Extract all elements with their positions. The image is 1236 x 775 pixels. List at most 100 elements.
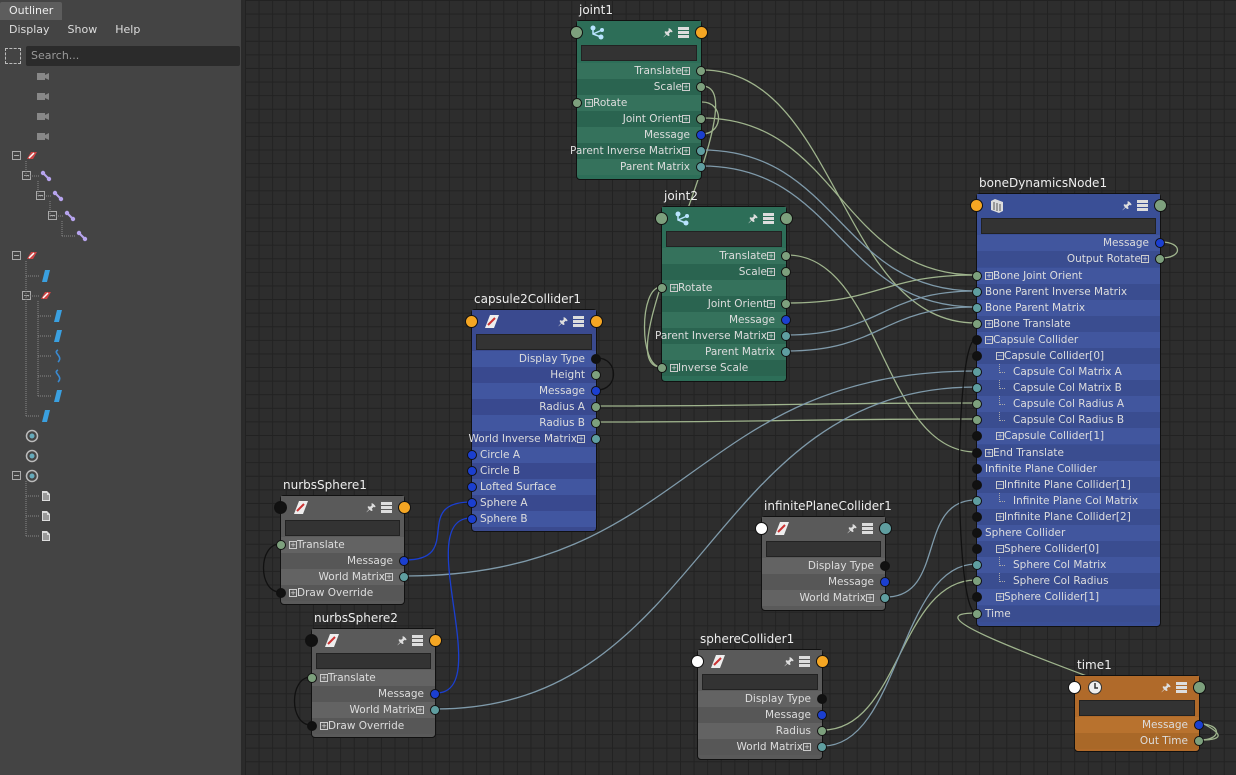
node-output-handle[interactable] xyxy=(879,522,892,535)
pin-icon[interactable]: 🖈 xyxy=(1122,197,1132,216)
outliner-item[interactable] xyxy=(0,86,241,106)
expand-port-icon[interactable]: + xyxy=(985,272,993,280)
outliner-item[interactable] xyxy=(0,446,241,466)
outliner-item[interactable] xyxy=(0,106,241,126)
port-row[interactable]: Message xyxy=(1075,717,1204,733)
expand-port-icon[interactable]: + xyxy=(1141,255,1149,263)
port-row[interactable]: +Inverse Scale xyxy=(657,360,786,376)
port-row[interactable]: Time xyxy=(972,606,1160,622)
expand-port-icon[interactable]: + xyxy=(577,435,585,443)
expand-port-icon[interactable]: + xyxy=(996,593,1004,601)
output-port-dot[interactable] xyxy=(399,572,409,582)
port-row[interactable]: +Bone Translate xyxy=(972,316,1160,332)
port-row[interactable]: Parent Matrix xyxy=(577,159,706,175)
port-row[interactable]: Translate+ xyxy=(662,248,791,264)
search-input[interactable]: Search... xyxy=(26,46,240,66)
expand-port-icon[interactable]: + xyxy=(767,268,775,276)
node-output-handle[interactable] xyxy=(398,501,411,514)
port-row[interactable]: +Capsule Collider[1] xyxy=(972,428,1160,444)
port-row[interactable]: Message xyxy=(698,707,827,723)
port-row[interactable]: +Translate xyxy=(276,537,404,553)
port-row[interactable]: World Matrix+ xyxy=(281,569,409,585)
expand-port-icon[interactable]: + xyxy=(985,320,993,328)
node-output-handle[interactable] xyxy=(695,26,708,39)
input-port-dot[interactable] xyxy=(276,540,286,550)
node-title[interactable]: nurbsSphere1 xyxy=(283,478,367,492)
input-port-dot[interactable] xyxy=(307,721,317,731)
output-port-dot[interactable] xyxy=(781,331,791,341)
expand-port-icon[interactable]: + xyxy=(767,252,775,260)
node-input-handle[interactable] xyxy=(305,634,318,647)
node-title[interactable]: sphereCollider1 xyxy=(700,632,794,646)
port-row[interactable]: −Sphere Collider[0] xyxy=(972,541,1160,557)
outliner-item[interactable] xyxy=(0,266,241,286)
outliner-item[interactable] xyxy=(0,346,241,366)
port-row[interactable]: +Bone Joint Orient xyxy=(972,268,1160,284)
node-title[interactable]: boneDynamicsNode1 xyxy=(979,176,1107,190)
input-port-dot[interactable] xyxy=(972,383,982,393)
node-joint1[interactable]: joint1 🖈 Translate+ Scale+ +Rotate Joint Orie… xyxy=(570,3,708,180)
node-list-icon[interactable] xyxy=(862,523,873,534)
port-row[interactable]: World Inverse Matrix+ xyxy=(469,431,601,447)
input-port-dot[interactable] xyxy=(467,482,477,492)
node-input-handle[interactable] xyxy=(465,315,478,328)
input-port-dot[interactable] xyxy=(972,560,982,570)
pin-icon[interactable]: 🖈 xyxy=(784,653,794,672)
port-row[interactable]: +End Translate xyxy=(972,445,1160,461)
input-port-dot[interactable] xyxy=(467,466,477,476)
node-input-handle[interactable] xyxy=(655,212,668,225)
node-name-field[interactable] xyxy=(1079,700,1195,716)
port-row[interactable]: Parent Matrix xyxy=(662,344,791,360)
node-list-icon[interactable] xyxy=(381,502,392,513)
node-output-handle[interactable] xyxy=(816,655,829,668)
node-name-field[interactable] xyxy=(476,334,592,350)
select-toggle-icon[interactable] xyxy=(5,48,21,64)
port-row[interactable]: Lofted Surface xyxy=(467,479,596,495)
node-capsule[interactable]: capsule2Collider1 🖈 Display Type Height Mess… xyxy=(465,292,603,532)
node-list-icon[interactable] xyxy=(799,656,810,667)
expand-toggle-icon[interactable]: − xyxy=(36,191,45,200)
port-row[interactable]: Joint Orient+ xyxy=(662,296,791,312)
output-port-dot[interactable] xyxy=(880,561,890,571)
outliner-item[interactable]: − xyxy=(0,466,241,486)
input-port-dot[interactable] xyxy=(467,498,477,508)
output-port-dot[interactable] xyxy=(817,726,827,736)
port-row[interactable]: Scale+ xyxy=(577,79,706,95)
input-port-dot[interactable] xyxy=(572,98,582,108)
input-port-dot[interactable] xyxy=(972,512,982,522)
expand-port-icon[interactable]: − xyxy=(996,481,1004,489)
expand-toggle-icon[interactable]: − xyxy=(12,251,21,260)
output-port-dot[interactable] xyxy=(591,402,601,412)
node-title[interactable]: joint1 xyxy=(579,3,613,17)
output-port-dot[interactable] xyxy=(430,689,440,699)
input-port-dot[interactable] xyxy=(972,480,982,490)
expand-port-icon[interactable]: + xyxy=(289,541,297,549)
expand-port-icon[interactable]: − xyxy=(996,545,1004,553)
output-port-dot[interactable] xyxy=(1194,736,1204,746)
menu-show[interactable]: Show xyxy=(59,22,107,40)
output-port-dot[interactable] xyxy=(696,146,706,156)
expand-port-icon[interactable]: − xyxy=(985,336,993,344)
port-row[interactable]: Translate+ xyxy=(577,63,706,79)
node-output-handle[interactable] xyxy=(1154,199,1167,212)
node-input-handle[interactable] xyxy=(1068,681,1081,694)
expand-port-icon[interactable]: + xyxy=(320,722,328,730)
node-sphereCol[interactable]: sphereCollider1 🖈 Display Type Message Radiu… xyxy=(691,632,829,760)
expand-port-icon[interactable]: + xyxy=(682,115,690,123)
expand-toggle-icon[interactable]: − xyxy=(22,171,31,180)
node-output-handle[interactable] xyxy=(590,315,603,328)
port-row[interactable]: +Draw Override xyxy=(276,585,404,601)
outliner-item[interactable]: − xyxy=(0,206,241,226)
expand-toggle-icon[interactable]: − xyxy=(12,471,21,480)
expand-port-icon[interactable]: + xyxy=(416,706,424,714)
outliner-tab[interactable]: Outliner xyxy=(0,2,62,20)
node-title[interactable]: nurbsSphere2 xyxy=(314,611,398,625)
port-row[interactable]: Radius xyxy=(698,723,827,739)
input-port-dot[interactable] xyxy=(467,514,477,524)
node-list-icon[interactable] xyxy=(763,213,774,224)
output-port-dot[interactable] xyxy=(591,354,601,364)
port-row[interactable]: World Matrix+ xyxy=(698,739,827,755)
node-input-handle[interactable] xyxy=(570,26,583,39)
output-port-dot[interactable] xyxy=(817,694,827,704)
pin-icon[interactable]: 🖈 xyxy=(558,313,568,332)
